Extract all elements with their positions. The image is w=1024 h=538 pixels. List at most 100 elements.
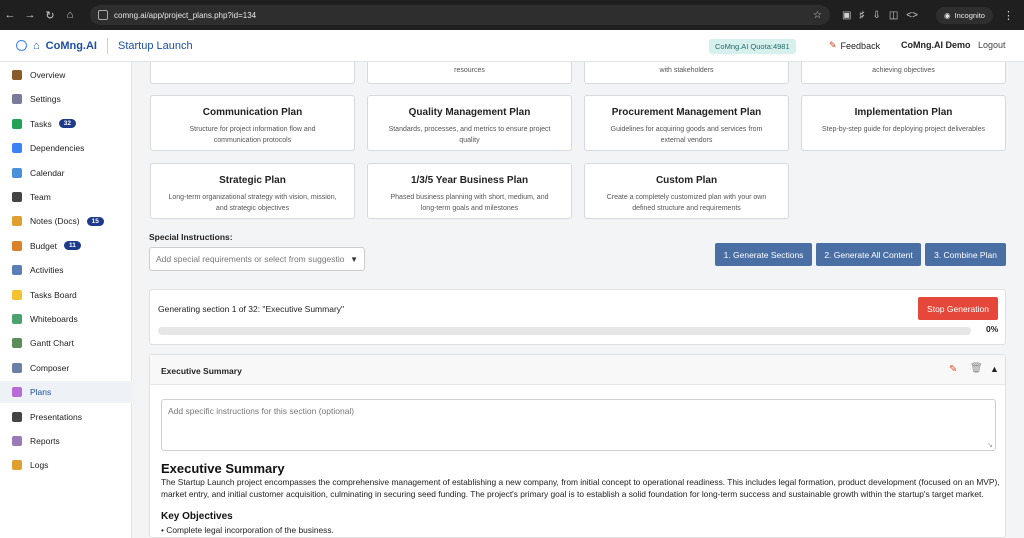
sidepanel-icon[interactable]: ◫ xyxy=(889,10,898,21)
sidebar-item-logs[interactable]: Logs xyxy=(0,454,132,476)
reload-icon[interactable]: ↻ xyxy=(40,9,60,22)
plan-card-strategic[interactable]: Strategic Plan Long-term organizational … xyxy=(150,163,355,219)
plan-card-quality[interactable]: Quality Management Plan Standards, proce… xyxy=(367,95,572,151)
dropdown-caret-icon[interactable]: ▼ xyxy=(350,255,358,264)
collapse-icon[interactable]: ▲ xyxy=(990,364,999,374)
progress-bar xyxy=(158,327,971,335)
sidebar-item-dependencies[interactable]: Dependencies xyxy=(0,137,132,159)
sidebar-item-label: Notes (Docs) xyxy=(30,216,80,227)
plan-card[interactable] xyxy=(150,62,355,84)
clipboard-icon xyxy=(12,387,22,398)
section-instructions-placeholder: Add specific instructions for this secti… xyxy=(168,406,355,416)
resize-handle-icon[interactable]: ↘ xyxy=(987,441,993,449)
generate-all-content-button[interactable]: 2. Generate All Content xyxy=(816,243,921,266)
incognito-badge[interactable]: ◉ Incognito xyxy=(935,6,993,24)
header-divider xyxy=(106,37,108,54)
sidebar-item-label: Settings xyxy=(30,94,61,105)
sidebar-item-gantt-chart[interactable]: Gantt Chart xyxy=(0,332,132,354)
notes-icon xyxy=(12,216,22,227)
sidebar-item-label: Budget xyxy=(30,240,57,251)
plan-card-desc: Standards, processes, and metrics to ens… xyxy=(388,126,551,144)
quota-badge: CoMng.AI Quota:4981 xyxy=(709,39,796,54)
globe-icon xyxy=(16,40,27,51)
briefcase-icon xyxy=(12,70,22,80)
whiteboard-icon xyxy=(12,314,22,324)
brand[interactable]: ⌂ CoMng.AI xyxy=(16,40,97,52)
bookmark-star-icon[interactable]: ☆ xyxy=(813,10,822,21)
download-icon[interactable]: ⇩ xyxy=(872,10,880,21)
sidebar-item-activities[interactable]: Activities xyxy=(0,259,132,281)
sidebar-item-settings[interactable]: Settings xyxy=(0,88,132,110)
board-icon xyxy=(12,289,22,300)
content-heading: Executive Summary xyxy=(161,461,285,476)
gear-icon xyxy=(12,94,22,105)
count-badge: 32 xyxy=(58,119,76,129)
trash-icon[interactable]: 🗑 xyxy=(970,363,983,374)
compose-icon xyxy=(12,362,22,373)
logs-icon xyxy=(12,460,22,471)
calendar-icon xyxy=(12,167,22,178)
feedback-button[interactable]: ✎ Feedback xyxy=(829,40,880,51)
home-icon[interactable]: ⌂ xyxy=(60,9,80,21)
home-icon[interactable]: ⌂ xyxy=(33,40,40,52)
sidebar-item-team[interactable]: Team xyxy=(0,186,132,208)
extensions-icon[interactable]: ▣ xyxy=(842,10,851,21)
url-text: comng.ai/app/project_plans.php?id=134 xyxy=(114,10,257,20)
sidebar-item-composer[interactable]: Composer xyxy=(0,357,132,379)
special-instructions-input[interactable]: Add special requirements or select from … xyxy=(149,247,365,271)
plan-card-desc: resources xyxy=(454,67,485,74)
section-header[interactable]: Executive Summary ✎ 🗑 ▲ xyxy=(150,355,1005,385)
plan-card-implementation[interactable]: Implementation Plan Step-by-step guide f… xyxy=(801,95,1006,151)
link-icon xyxy=(12,143,22,154)
back-icon[interactable]: ← xyxy=(0,9,20,21)
site-info-icon[interactable] xyxy=(98,10,108,20)
project-title[interactable]: Startup Launch xyxy=(118,40,193,52)
plan-card-desc: Create a completely customized plan with… xyxy=(606,194,767,212)
browser-menu-icon[interactable]: ⋮ xyxy=(1003,9,1014,22)
sidebar-item-tasks[interactable]: Tasks 32 xyxy=(0,113,132,135)
sidebar-item-label: Whiteboards xyxy=(30,314,78,324)
feedback-label: Feedback xyxy=(840,40,881,51)
plan-card-communication[interactable]: Communication Plan Structure for project… xyxy=(150,95,355,151)
browser-toolbar: ← → ↻ ⌂ comng.ai/app/project_plans.php?i… xyxy=(0,0,1024,30)
address-bar[interactable]: comng.ai/app/project_plans.php?id=134 ☆ xyxy=(90,5,830,25)
plan-card-business[interactable]: 1/3/5 Year Business Plan Phased business… xyxy=(367,163,572,219)
plan-card-title: Strategic Plan xyxy=(219,175,286,186)
puzzle-icon[interactable]: ♯ xyxy=(859,10,864,21)
section-instructions-textarea[interactable]: Add specific instructions for this secti… xyxy=(161,399,996,451)
user-name[interactable]: CoMng.AI Demo xyxy=(901,40,971,50)
plan-card[interactable]: with stakeholders xyxy=(584,62,789,84)
sidebar-item-tasks-board[interactable]: Tasks Board xyxy=(0,284,132,306)
plan-card-title: Procurement Management Plan xyxy=(611,107,762,118)
special-instructions-label: Special Instructions: xyxy=(149,232,233,242)
sidebar-item-label: Logs xyxy=(30,460,49,471)
sidebar-item-whiteboards[interactable]: Whiteboards xyxy=(0,308,132,330)
sidebar-item-overview[interactable]: Overview xyxy=(0,64,132,86)
plan-card-desc: Step-by-step guide for deploying project… xyxy=(821,126,986,133)
stop-generation-button[interactable]: Stop Generation xyxy=(918,297,998,320)
sidebar-item-presentations[interactable]: Presentations xyxy=(0,406,132,428)
devtools-icon[interactable]: <> xyxy=(906,10,918,21)
logout-link[interactable]: Logout xyxy=(978,40,1006,50)
main-content: resources with stakeholders achieving ob… xyxy=(140,62,1016,538)
pencil-icon[interactable]: ✎ xyxy=(949,364,957,375)
generate-sections-button[interactable]: 1. Generate Sections xyxy=(715,243,812,266)
section-title: Executive Summary xyxy=(161,366,242,376)
sidebar-item-label: Tasks xyxy=(30,118,52,129)
combine-plan-button[interactable]: 3. Combine Plan xyxy=(925,243,1006,266)
presentation-icon xyxy=(12,411,22,422)
sidebar-item-label: Gantt Chart xyxy=(30,338,74,349)
report-icon xyxy=(12,436,22,446)
plan-card-procurement[interactable]: Procurement Management Plan Guidelines f… xyxy=(584,95,789,151)
plan-card-title: Communication Plan xyxy=(202,107,303,118)
sidebar-item-notes-docs[interactable]: Notes (Docs) 15 xyxy=(0,210,132,232)
sidebar-item-plans[interactable]: Plans xyxy=(0,381,132,404)
plan-card[interactable]: resources xyxy=(367,62,572,84)
plan-card[interactable]: achieving objectives xyxy=(801,62,1006,84)
forward-icon[interactable]: → xyxy=(20,9,40,21)
plan-card-custom[interactable]: Custom Plan Create a completely customiz… xyxy=(584,163,789,219)
sidebar-item-label: Calendar xyxy=(30,167,65,178)
sidebar-item-reports[interactable]: Reports xyxy=(0,430,132,452)
sidebar-item-budget[interactable]: Budget 11 xyxy=(0,235,132,257)
sidebar-item-calendar[interactable]: Calendar xyxy=(0,162,132,184)
